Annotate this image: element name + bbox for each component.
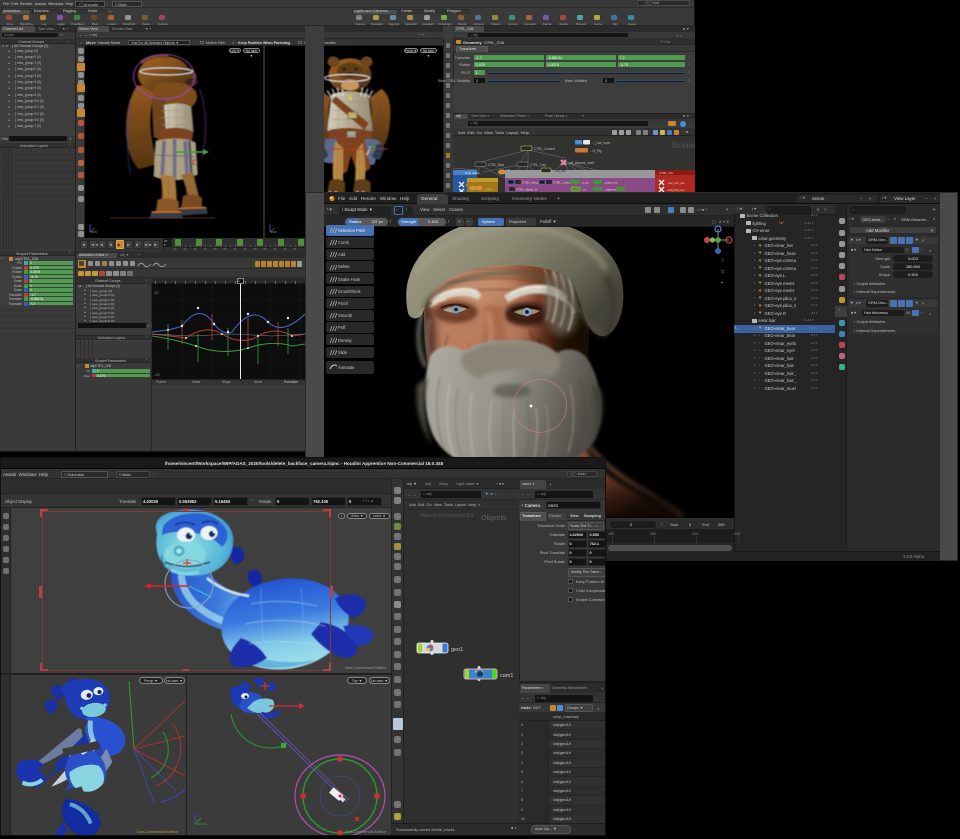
svg-text:CTRL_Spine_N: CTRL_Spine_N (516, 188, 537, 192)
svg-text:CTRL_Bias: CTRL_Bias (488, 163, 505, 167)
svg-text:...list_file: ...list_file (553, 169, 566, 173)
svg-text:cam1: cam1 (500, 673, 513, 679)
svg-text:20: 20 (154, 290, 159, 295)
svg-text:...hat...: ...hat... (484, 187, 493, 191)
svg-text:...N_Pig: ...N_Pig (590, 149, 602, 153)
svg-text:...s_jnt: ...s_jnt (580, 181, 589, 185)
svg-text:CTRL_Wig_hi: CTRL_Wig_hi (522, 181, 541, 185)
svg-text:-20: -20 (154, 372, 161, 377)
svg-text:High dress: High dress (465, 171, 480, 175)
svg-text:set_blname_shelf: set_blname_shelf (569, 161, 594, 165)
svg-text:..._hair_layer: ..._hair_layer (592, 141, 611, 145)
svg-text:...set_chs_tex: ...set_chs_tex (666, 181, 685, 185)
svg-text:...plica_nts: ...plica_nts (603, 181, 618, 185)
svg-text:CTRL_Context: CTRL_Context (534, 147, 555, 151)
svg-text:CTRL_OS: CTRL_OS (659, 171, 673, 175)
svg-text:geo1: geo1 (451, 647, 463, 653)
svg-text:...tx: ...tx (581, 188, 586, 192)
svg-text:CTRL_Cap: CTRL_Cap (530, 163, 546, 167)
